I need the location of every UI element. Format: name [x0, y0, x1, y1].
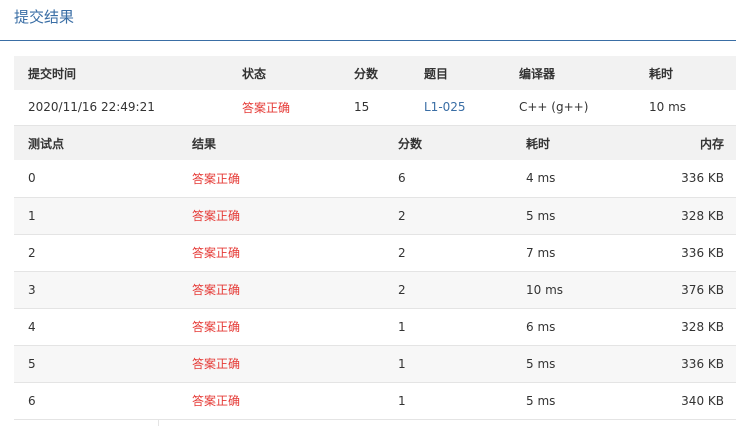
- testcase-time: 10 ms: [512, 271, 642, 309]
- submission-elapsed: 10 ms: [635, 90, 736, 126]
- summary-row: 2020/11/16 22:49:21 答案正确 15 L1-025 C++ (…: [14, 90, 736, 126]
- testcase-result: 答案正确: [178, 160, 384, 198]
- testcase-score: 2: [384, 197, 512, 235]
- testcase-id: 6: [14, 382, 178, 420]
- testcase-memory: 328 KB: [642, 197, 736, 235]
- problem-link[interactable]: L1-025: [410, 90, 505, 126]
- testcase-memory: 328 KB: [642, 308, 736, 346]
- testcase-time: 7 ms: [512, 234, 642, 272]
- testcase-id: 3: [14, 271, 178, 309]
- testcase-result: 答案正确: [178, 234, 384, 272]
- testcase-result: 答案正确: [178, 308, 384, 346]
- submission-status: 答案正确: [228, 90, 340, 126]
- table-row: 5 答案正确 1 5 ms 336 KB: [14, 345, 736, 383]
- testcase-result: 答案正确: [178, 382, 384, 420]
- testcase-memory: 336 KB: [642, 160, 736, 198]
- table-row: 4 答案正确 1 6 ms 328 KB: [14, 308, 736, 346]
- column-header-score: 分数: [384, 126, 512, 160]
- testcase-score: 2: [384, 234, 512, 272]
- table-row: 0 答案正确 6 4 ms 336 KB: [14, 160, 736, 198]
- testcase-memory: 336 KB: [642, 234, 736, 272]
- testcase-score: 2: [384, 271, 512, 309]
- column-header-score: 分数: [340, 56, 410, 90]
- table-row: 1 答案正确 2 5 ms 328 KB: [14, 197, 736, 235]
- page-title: 提交结果: [14, 8, 75, 26]
- testcase-time: 5 ms: [512, 197, 642, 235]
- testcase-id: 1: [14, 197, 178, 235]
- column-header-compiler: 编译器: [505, 56, 635, 90]
- testcase-header-row: 测试点 结果 分数 耗时 内存: [14, 126, 736, 160]
- summary-header-row: 提交时间 状态 分数 题目 编译器 耗时: [14, 56, 736, 90]
- testcase-result: 答案正确: [178, 197, 384, 235]
- testcase-score: 1: [384, 345, 512, 383]
- column-header-testcase: 测试点: [14, 126, 178, 160]
- testcase-id: 4: [14, 308, 178, 346]
- submission-score: 15: [340, 90, 410, 126]
- testcase-result: 答案正确: [178, 271, 384, 309]
- testcase-memory: 376 KB: [642, 271, 736, 309]
- bottom-divider-edge: [158, 419, 159, 426]
- testcase-time: 4 ms: [512, 160, 642, 198]
- column-header-status: 状态: [228, 56, 340, 90]
- testcase-id: 0: [14, 160, 178, 198]
- table-row: 6 答案正确 1 5 ms 340 KB: [14, 382, 736, 420]
- testcase-id: 5: [14, 345, 178, 383]
- testcase-results-table: 测试点 结果 分数 耗时 内存 0 答案正确 6 4 ms 336 KB 1 答…: [14, 126, 736, 420]
- column-header-memory: 内存: [642, 126, 736, 160]
- testcase-id: 2: [14, 234, 178, 272]
- table-row: 3 答案正确 2 10 ms 376 KB: [14, 271, 736, 309]
- testcase-memory: 336 KB: [642, 345, 736, 383]
- submit-time: 2020/11/16 22:49:21: [14, 90, 228, 126]
- testcase-score: 1: [384, 308, 512, 346]
- testcase-time: 5 ms: [512, 345, 642, 383]
- testcase-time: 5 ms: [512, 382, 642, 420]
- testcase-score: 1: [384, 382, 512, 420]
- bottom-divider: [158, 419, 736, 420]
- submission-summary-table: 提交时间 状态 分数 题目 编译器 耗时 2020/11/16 22:49:21…: [14, 56, 736, 126]
- column-header-result: 结果: [178, 126, 384, 160]
- column-header-elapsed: 耗时: [635, 56, 736, 90]
- column-header-problem: 题目: [410, 56, 505, 90]
- column-header-submit-time: 提交时间: [14, 56, 228, 90]
- testcase-memory: 340 KB: [642, 382, 736, 420]
- table-row: 2 答案正确 2 7 ms 336 KB: [14, 234, 736, 272]
- title-divider: [0, 40, 736, 41]
- testcase-result: 答案正确: [178, 345, 384, 383]
- compiler-name: C++ (g++): [505, 90, 635, 126]
- column-header-time: 耗时: [512, 126, 642, 160]
- testcase-time: 6 ms: [512, 308, 642, 346]
- testcase-score: 6: [384, 160, 512, 198]
